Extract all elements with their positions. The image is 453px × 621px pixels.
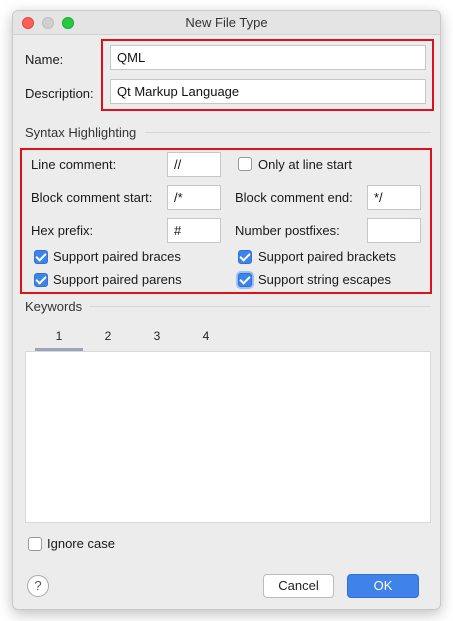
hex-prefix-label: Hex prefix:: [31, 223, 94, 238]
name-label: Name:: [25, 52, 64, 67]
string-escapes-checkbox[interactable]: [238, 273, 252, 287]
number-postfixes-field[interactable]: [367, 218, 421, 243]
paired-parens-label: Support paired parens: [53, 272, 182, 287]
description-label: Description:: [25, 86, 94, 101]
paired-brackets-label: Support paired brackets: [258, 249, 397, 264]
only-at-line-start-label: Only at line start: [258, 157, 352, 172]
ignore-case-label: Ignore case: [47, 536, 115, 551]
ok-button[interactable]: OK: [347, 574, 419, 598]
help-button[interactable]: ?: [27, 575, 49, 597]
new-file-type-dialog: New File Type Name: Description: Syntax …: [12, 10, 441, 610]
minimize-window-icon[interactable]: [42, 17, 54, 29]
title-bar: New File Type: [13, 11, 440, 35]
close-window-icon[interactable]: [22, 17, 34, 29]
description-field[interactable]: [110, 79, 426, 104]
syntax-highlighting-title: Syntax Highlighting: [25, 125, 137, 140]
line-comment-field[interactable]: [167, 152, 221, 177]
paired-braces-checkbox[interactable]: [34, 250, 48, 264]
keywords-list[interactable]: [25, 351, 431, 523]
keywords-tab-1[interactable]: 1: [35, 329, 83, 351]
keywords-tab-2[interactable]: 2: [84, 329, 132, 343]
syntax-separator: [145, 132, 431, 133]
block-comment-end-field[interactable]: [367, 185, 421, 210]
ignore-case-checkbox[interactable]: [28, 537, 42, 551]
hex-prefix-field[interactable]: [167, 218, 221, 243]
keywords-tab-bar: 1 2 3 4: [35, 329, 235, 353]
paired-parens-checkbox[interactable]: [34, 273, 48, 287]
keywords-separator: [89, 306, 431, 307]
block-comment-start-label: Block comment start:: [31, 190, 153, 205]
block-comment-start-field[interactable]: [167, 185, 221, 210]
cancel-button[interactable]: Cancel: [263, 574, 334, 598]
zoom-window-icon[interactable]: [62, 17, 74, 29]
paired-brackets-checkbox[interactable]: [238, 250, 252, 264]
only-at-line-start-checkbox[interactable]: [238, 157, 252, 171]
keywords-tab-3[interactable]: 3: [133, 329, 181, 343]
window-title: New File Type: [185, 15, 268, 30]
name-field[interactable]: [110, 45, 426, 70]
string-escapes-label: Support string escapes: [258, 272, 391, 287]
keywords-title: Keywords: [25, 299, 83, 314]
number-postfixes-label: Number postfixes:: [235, 223, 340, 238]
line-comment-label: Line comment:: [31, 157, 117, 172]
paired-braces-label: Support paired braces: [53, 249, 181, 264]
keywords-tab-4[interactable]: 4: [182, 329, 230, 343]
block-comment-end-label: Block comment end:: [235, 190, 353, 205]
